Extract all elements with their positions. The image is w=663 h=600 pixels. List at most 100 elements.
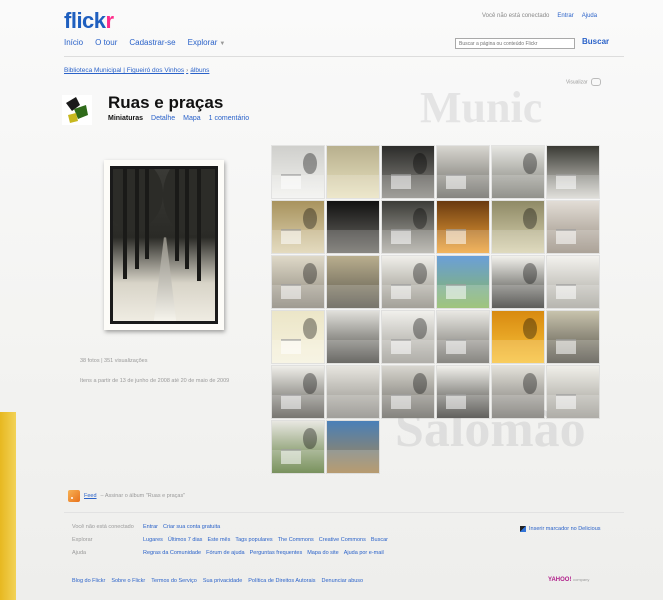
footer-row-explore: Explorar Lugares Últimos 7 dias Este mês… — [72, 537, 388, 543]
footer-divider — [64, 512, 624, 513]
footer-row-help: Ajuda Regras da Comunidade Fórum de ajud… — [72, 550, 384, 556]
photo-thumbnail[interactable] — [382, 146, 434, 198]
footer-link[interactable]: Criar sua conta gratuita — [163, 524, 220, 530]
breadcrumb-sets-link[interactable]: álbuns — [190, 67, 209, 74]
footer-link[interactable]: The Commons — [278, 537, 314, 543]
footer-link[interactable]: Tags populares — [235, 537, 272, 543]
photo-thumbnail[interactable] — [382, 311, 434, 363]
top-links: Você não está conectado Entrar Ajuda — [482, 13, 597, 19]
feed-row: Feed – Assinar o álbum "Ruas e praças" — [68, 490, 185, 502]
footer-link[interactable]: Sobre o Flickr — [111, 578, 145, 584]
photo-thumbnail[interactable] — [547, 311, 599, 363]
delicious-icon — [520, 526, 526, 532]
footer-label: Explorar — [72, 537, 93, 543]
footer-link[interactable]: Lugares — [143, 537, 163, 543]
photo-thumbnail[interactable] — [327, 421, 379, 473]
footer-link[interactable]: Ajuda por e-mail — [344, 550, 384, 556]
footer-link[interactable]: Denunciar abuso — [322, 578, 364, 584]
set-view-tabs: Miniaturas Detalhe Mapa 1 comentário — [108, 115, 249, 122]
footer-link[interactable]: Termos do Serviço — [151, 578, 197, 584]
footer-link[interactable]: Política de Direitos Autorais — [248, 578, 315, 584]
photo-thumbnail[interactable] — [437, 366, 489, 418]
photo-thumbnail[interactable] — [437, 146, 489, 198]
header-divider — [64, 56, 624, 57]
tab-thumbnails[interactable]: Miniaturas — [108, 115, 143, 122]
photo-thumbnail[interactable] — [327, 146, 379, 198]
footer-link[interactable]: Blog do Flickr — [72, 578, 105, 584]
breadcrumb-owner-link[interactable]: Biblioteca Municipal | Figueiró dos Vinh… — [64, 67, 184, 74]
footer-link[interactable]: Este mês — [207, 537, 230, 543]
photo-thumbnail[interactable] — [327, 201, 379, 253]
photo-thumbnail[interactable] — [327, 311, 379, 363]
photo-thumbnail[interactable] — [437, 201, 489, 253]
footer-label: Ajuda — [72, 550, 87, 556]
view-selector[interactable]: Visualizar — [566, 78, 601, 86]
breadcrumb: Biblioteca Municipal | Figueiró dos Vinh… — [64, 67, 210, 74]
nav-home[interactable]: Início — [64, 38, 83, 47]
page-title: Ruas e praças — [108, 93, 224, 112]
photo-thumbnail[interactable] — [492, 201, 544, 253]
flickr-logo[interactable]: flickr — [64, 8, 114, 34]
photo-thumbnail[interactable] — [547, 366, 599, 418]
search-button[interactable]: Buscar — [582, 37, 609, 46]
footer-link[interactable]: Creative Commons — [319, 537, 366, 543]
footer-link[interactable]: Sua privacidade — [203, 578, 242, 584]
photo-thumbnail[interactable] — [547, 146, 599, 198]
thumbnail-grid — [272, 146, 600, 473]
photo-thumbnail[interactable] — [547, 201, 599, 253]
photo-thumbnail[interactable] — [437, 311, 489, 363]
help-link[interactable]: Ajuda — [582, 13, 597, 19]
featured-photo-image — [110, 166, 218, 324]
main-nav: Início O tour Cadastrar-se Explorar ▼ — [64, 38, 225, 47]
tab-map[interactable]: Mapa — [183, 115, 201, 122]
set-date-range: Itens a partir de 13 de junho de 2008 at… — [80, 378, 230, 384]
nav-tour[interactable]: O tour — [95, 38, 117, 47]
photo-thumbnail[interactable] — [272, 256, 324, 308]
footer-link[interactable]: Mapa do site — [307, 550, 339, 556]
delicious-bookmark-link[interactable]: Inserir marcador no Delicious — [520, 526, 601, 532]
feed-link[interactable]: Feed — [84, 493, 97, 499]
photo-thumbnail[interactable] — [272, 366, 324, 418]
footer-link[interactable]: Últimos 7 dias — [168, 537, 203, 543]
yahoo-logo[interactable]: YAHOO! company — [548, 577, 589, 583]
footer-row-account: Você não está conectado Entrar Criar sua… — [72, 524, 220, 530]
featured-photo[interactable] — [104, 160, 224, 330]
nav-explore[interactable]: Explorar ▼ — [188, 38, 226, 47]
tab-comments[interactable]: 1 comentário — [209, 115, 249, 122]
photo-thumbnail[interactable] — [382, 256, 434, 308]
photo-thumbnail[interactable] — [272, 311, 324, 363]
photo-thumbnail[interactable] — [382, 201, 434, 253]
chevron-down-icon — [590, 78, 601, 86]
rss-feed-icon[interactable] — [68, 490, 80, 502]
background-ghost-text: Munic — [420, 83, 543, 132]
photo-thumbnail[interactable] — [492, 146, 544, 198]
sign-in-link[interactable]: Entrar — [557, 13, 573, 19]
chevron-down-icon: ▼ — [219, 41, 226, 47]
set-stats: 38 fotos | 351 visualizações — [80, 358, 148, 364]
photo-thumbnail[interactable] — [272, 421, 324, 473]
page: Munic Salomão flickr Você não está conec… — [0, 0, 663, 600]
tab-detail[interactable]: Detalhe — [151, 115, 175, 122]
footer-link[interactable]: Entrar — [143, 524, 158, 530]
page-edge-tab — [0, 412, 16, 600]
bottom-links: Blog do Flickr Sobre o Flickr Termos do … — [72, 578, 363, 584]
photo-thumbnail[interactable] — [547, 256, 599, 308]
footer-link[interactable]: Buscar — [371, 537, 388, 543]
photo-thumbnail[interactable] — [492, 256, 544, 308]
photo-thumbnail[interactable] — [327, 366, 379, 418]
photo-thumbnail[interactable] — [272, 146, 324, 198]
photo-thumbnail[interactable] — [437, 256, 489, 308]
photo-thumbnail[interactable] — [492, 311, 544, 363]
photo-thumbnail[interactable] — [272, 201, 324, 253]
signed-out-label: Você não está conectado — [482, 13, 550, 19]
search-input[interactable] — [455, 38, 575, 49]
photo-thumbnail[interactable] — [382, 366, 434, 418]
photo-thumbnail[interactable] — [492, 366, 544, 418]
footer-label: Você não está conectado — [72, 524, 134, 530]
owner-buddy-icon[interactable] — [62, 95, 92, 125]
photo-thumbnail[interactable] — [327, 256, 379, 308]
nav-signup[interactable]: Cadastrar-se — [129, 38, 175, 47]
footer-link[interactable]: Perguntas frequentes — [250, 550, 303, 556]
footer-link[interactable]: Regras da Comunidade — [143, 550, 201, 556]
footer-link[interactable]: Fórum de ajuda — [206, 550, 245, 556]
